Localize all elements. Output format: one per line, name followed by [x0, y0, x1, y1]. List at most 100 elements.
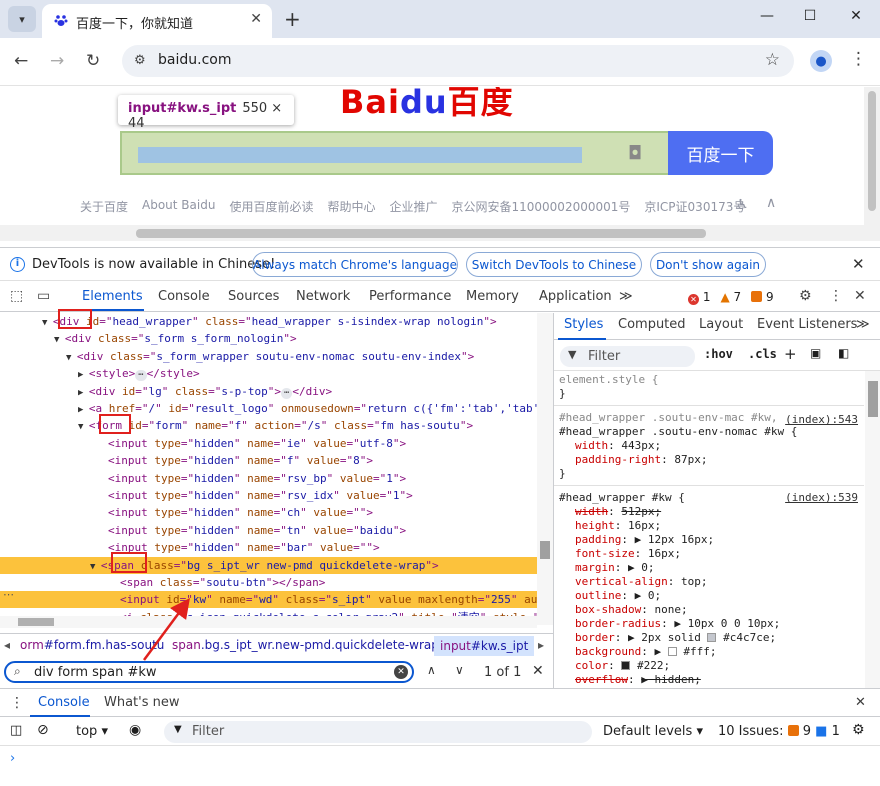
new-tab-button[interactable]: + — [284, 7, 301, 31]
clear-console-icon[interactable]: ⊘ — [37, 722, 49, 738]
tab-close-icon[interactable]: ✕ — [250, 11, 262, 27]
elements-dom-tree[interactable]: ▼ <div id="head_wrapper" class="head_wra… — [0, 313, 553, 633]
inspect-element-icon[interactable]: ⬚ — [10, 288, 23, 304]
dom-node[interactable]: <span class="soutu-btn"></span> — [0, 574, 553, 591]
color-swatch[interactable] — [621, 661, 631, 670]
site-info-icon[interactable]: ⚙ — [134, 53, 146, 68]
search-input-highlighted[interactable]: ◘ — [120, 131, 670, 175]
reload-icon[interactable]: ↻ — [86, 51, 100, 71]
css-declaration[interactable]: border-radius: ▶ 10px 0 0 10px; — [559, 617, 864, 631]
hover-state-toggle[interactable]: :hov — [704, 347, 733, 361]
elements-horizontal-scrollbar[interactable] — [0, 616, 537, 628]
css-rule[interactable]: element.style {} — [554, 373, 864, 401]
color-swatch[interactable] — [667, 647, 677, 656]
tab-whats-new[interactable]: What's new — [104, 695, 180, 710]
dom-node[interactable]: <input type="hidden" name="rsv_idx" valu… — [0, 487, 553, 504]
switch-chinese-button[interactable]: Switch DevTools to Chinese — [466, 252, 642, 277]
more-tabs-icon[interactable]: ≫ — [619, 289, 633, 304]
footer-link[interactable]: About Baidu — [142, 198, 215, 215]
scrollbar-thumb[interactable] — [18, 618, 54, 626]
page-vertical-scrollbar[interactable] — [864, 87, 880, 241]
scrollbar-thumb[interactable] — [540, 541, 550, 559]
scrollbar-thumb[interactable] — [136, 229, 706, 238]
css-declaration[interactable]: font-size: 16px; — [559, 547, 864, 561]
expand-triangle-icon[interactable]: ▼ — [90, 562, 101, 572]
address-bar[interactable]: ⚙ baidu.com ☆ — [122, 45, 794, 77]
drawer-menu-icon[interactable]: ⋮ — [10, 695, 24, 711]
breadcrumb-scroll-right-icon[interactable]: ▸ — [538, 638, 544, 652]
dom-node[interactable]: <input type="hidden" name="rsv_bp" value… — [0, 470, 553, 487]
sidebar-toggle-icon[interactable]: ◧ — [838, 346, 849, 360]
collapse-triangle-icon[interactable]: ▶ — [78, 388, 89, 398]
dom-node[interactable]: <input type="hidden" name="ch" value=""> — [0, 504, 553, 521]
match-language-button[interactable]: Always match Chrome's language — [252, 252, 458, 277]
bookmark-star-icon[interactable]: ☆ — [765, 50, 780, 70]
css-declaration[interactable]: height: 16px; — [559, 519, 864, 533]
footer-link[interactable]: 使用百度前必读 — [229, 198, 313, 215]
dom-node[interactable]: ▶ <div id="lg" class="s-p-top"> ⋯ </div> — [0, 383, 553, 400]
more-options-icon[interactable]: ⋮ — [829, 288, 843, 304]
tab-performance[interactable]: Performance — [369, 289, 451, 304]
breadcrumb-item-selected[interactable]: input#kw.s_ipt — [434, 636, 535, 656]
dom-node[interactable]: <input type="hidden" name="ie" value="ut… — [0, 435, 553, 452]
css-rule[interactable]: (index):539 #head_wrapper #kw {width: 512… — [554, 491, 864, 688]
css-rule[interactable]: (index):543 #head_wrapper .soutu-env-mac … — [554, 411, 864, 481]
clear-icon[interactable]: ✕ — [394, 665, 408, 679]
styles-filter-input[interactable]: ▼ Filter — [560, 346, 695, 367]
tab-event-listeners[interactable]: Event Listeners — [757, 317, 857, 332]
chevron-up-icon[interactable]: ∧ — [427, 663, 436, 677]
css-declaration[interactable]: outline: ▶ 0; — [559, 589, 864, 603]
css-declaration[interactable]: margin: ▶ 0; — [559, 561, 864, 575]
class-toggle[interactable]: .cls — [748, 347, 777, 361]
context-selector[interactable]: top ▾ — [76, 724, 108, 739]
expand-triangle-icon[interactable]: ▼ — [54, 335, 65, 345]
close-drawer-icon[interactable]: ✕ — [855, 695, 866, 710]
color-swatch[interactable] — [707, 633, 717, 642]
footer-link[interactable]: 帮助中心 — [327, 198, 375, 215]
forward-arrow-icon[interactable]: → — [50, 51, 64, 71]
breadcrumb-scroll-left-icon[interactable]: ◂ — [4, 638, 10, 652]
tab-console[interactable]: Console — [38, 695, 90, 710]
dom-node[interactable]: ▶ <style> ⋯ </style> — [0, 365, 553, 382]
dom-node[interactable]: <input id="kw" name="wd" class="s_ipt" v… — [0, 591, 553, 609]
device-toolbar-icon[interactable]: ▭ — [37, 288, 50, 304]
tab-application[interactable]: Application — [539, 289, 612, 304]
rule-source-link[interactable]: (index):543 — [785, 413, 858, 427]
sidebar-icon[interactable]: ◫ — [10, 723, 22, 738]
page-horizontal-scrollbar[interactable] — [0, 225, 864, 241]
css-declaration[interactable]: border: ▶ 2px solid #c4c7ce; — [559, 631, 864, 645]
css-declaration[interactable]: box-shadow: none; — [559, 603, 864, 617]
close-search-icon[interactable]: ✕ — [532, 663, 544, 679]
collapse-triangle-icon[interactable]: ▶ — [78, 370, 89, 380]
elements-vertical-scrollbar[interactable] — [537, 313, 553, 625]
log-levels-dropdown[interactable]: Default levels ▾ — [603, 724, 703, 739]
styles-vertical-scrollbar[interactable] — [865, 371, 880, 688]
expand-triangle-icon[interactable]: ▼ — [78, 422, 89, 432]
css-declaration[interactable]: overflow: ▶ hidden; — [559, 673, 864, 687]
dont-show-again-button[interactable]: Don't show again — [650, 252, 766, 277]
css-declaration[interactable]: width: 443px; — [559, 439, 864, 453]
dom-node[interactable]: ▼ <div class="s_form s_form_nologin"> — [0, 330, 553, 347]
css-declaration[interactable]: color: #222; — [559, 659, 864, 673]
collapsed-content-ellipsis[interactable]: ⋯ — [280, 387, 293, 399]
accessibility-icon[interactable]: ♿ — [736, 197, 749, 213]
breadcrumb-item[interactable]: span.bg.s_ipt_wr.new-pmd.quickdelete-wra… — [172, 638, 439, 652]
camera-icon[interactable]: ◘ — [628, 143, 642, 164]
dom-node[interactable]: <input type="hidden" name="bar" value=""… — [0, 539, 553, 556]
footer-link[interactable]: 京ICP证030173号 — [644, 198, 745, 215]
dom-node[interactable]: ▼ <div class="s_form_wrapper soutu-env-n… — [0, 348, 553, 365]
dom-node[interactable]: ▼ <form id="form" name="f" action="/s" c… — [0, 417, 553, 434]
minimize-button[interactable]: — — [757, 8, 777, 24]
maximize-button[interactable]: ☐ — [800, 8, 820, 24]
collapsed-content-ellipsis[interactable]: ⋯ — [135, 370, 147, 382]
footer-link[interactable]: 关于百度 — [80, 198, 128, 215]
search-input[interactable]: ⌕ div form span #kw ✕ — [4, 661, 414, 683]
console-settings-gear-icon[interactable]: ⚙ — [852, 722, 865, 738]
tab-elements[interactable]: Elements — [82, 289, 143, 304]
breadcrumb-item[interactable]: orm#form.fm.has-soutu — [20, 638, 164, 652]
paint-icon[interactable]: ▣ — [810, 346, 821, 360]
browser-tab[interactable]: 百度一下，你就知道 ✕ — [42, 4, 272, 38]
new-rule-icon[interactable]: + — [784, 345, 797, 363]
css-declaration[interactable]: vertical-align: top; — [559, 575, 864, 589]
eye-icon[interactable]: ◉ — [129, 722, 141, 738]
